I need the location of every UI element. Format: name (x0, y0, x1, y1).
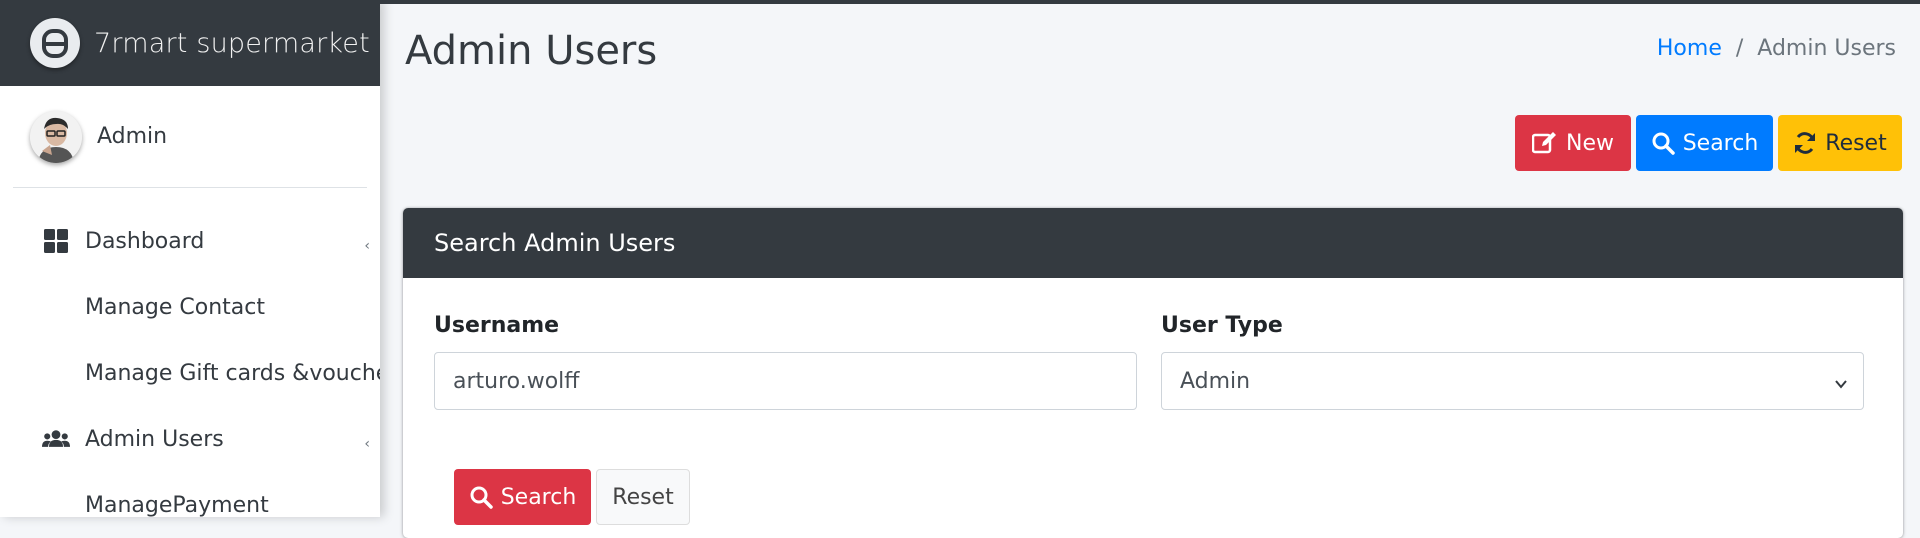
brand-name: 7rmart supermarket (94, 27, 370, 59)
chevron-left-icon: ‹ (364, 238, 370, 254)
brand-link[interactable]: 7rmart supermarket (0, 0, 380, 86)
username-value: arturo.wolff (453, 368, 580, 394)
user-type-select[interactable]: Admin (1161, 352, 1864, 410)
users-icon (42, 425, 70, 453)
card-header: Search Admin Users (403, 208, 1903, 278)
sidebar: 7rmart supermarket Admin Dashboard ‹ Man… (0, 0, 380, 517)
sidebar-item-label: ManagePayment (85, 492, 269, 518)
sidebar-item-label: Dashboard (85, 228, 205, 254)
main-content: Admin Users Home / Admin Users New Searc… (380, 0, 1920, 538)
user-type-label: User Type (1161, 313, 1283, 338)
page-actions: New Search Reset (1515, 115, 1902, 171)
search-admin-users-card: Search Admin Users Username arturo.wolff… (403, 208, 1903, 538)
sidebar-nav: Dashboard ‹ Manage Contact Manage Gift c… (0, 188, 380, 517)
sidebar-item-manage-gift-cards[interactable]: Manage Gift cards &voucher (0, 340, 380, 406)
form-search-label: Search (500, 484, 577, 510)
page-title: Admin Users (405, 28, 658, 74)
user-type-group: User Type Admin (1161, 313, 1864, 410)
search-button-label: Search (1682, 130, 1759, 156)
breadcrumb-current: Admin Users (1757, 36, 1896, 61)
card-title: Search Admin Users (434, 229, 676, 257)
user-name: Admin (97, 124, 168, 149)
user-type-value: Admin (1180, 368, 1251, 394)
chevron-down-icon (1833, 373, 1849, 398)
new-button-label: New (1566, 130, 1614, 156)
user-panel[interactable]: Admin (13, 86, 367, 188)
new-button[interactable]: New (1515, 115, 1631, 171)
search-form: Username arturo.wolff User Type Admin (403, 278, 1903, 410)
username-field[interactable]: arturo.wolff (434, 352, 1137, 410)
edit-icon (1532, 132, 1556, 154)
reset-button[interactable]: Reset (1778, 115, 1902, 171)
brand-logo-icon (30, 18, 80, 68)
sidebar-item-admin-users[interactable]: Admin Users ‹ (0, 406, 380, 472)
sidebar-item-dashboard[interactable]: Dashboard ‹ (0, 208, 380, 274)
breadcrumb-home-link[interactable]: Home (1657, 36, 1722, 61)
dashboard-icon (42, 227, 70, 255)
sidebar-item-manage-contact[interactable]: Manage Contact (0, 274, 380, 340)
username-label: Username (434, 313, 560, 338)
top-border (0, 0, 1920, 4)
breadcrumb-separator: / (1735, 36, 1744, 61)
sidebar-item-manage-payment[interactable]: ManagePayment (0, 472, 380, 518)
sidebar-item-label: Manage Gift cards &voucher (85, 360, 380, 386)
search-icon (470, 486, 493, 509)
sync-icon (1795, 132, 1816, 154)
chevron-left-icon: ‹ (364, 436, 370, 452)
sidebar-item-label: Admin Users (85, 426, 224, 452)
username-group: Username arturo.wolff (434, 313, 1137, 410)
search-icon (1652, 132, 1675, 155)
sidebar-item-label: Manage Contact (85, 294, 265, 320)
reset-button-label: Reset (1825, 130, 1887, 156)
breadcrumb: Home / Admin Users (1657, 36, 1896, 61)
search-button[interactable]: Search (1636, 115, 1773, 171)
avatar (30, 110, 82, 163)
form-reset-label: Reset (612, 484, 674, 510)
